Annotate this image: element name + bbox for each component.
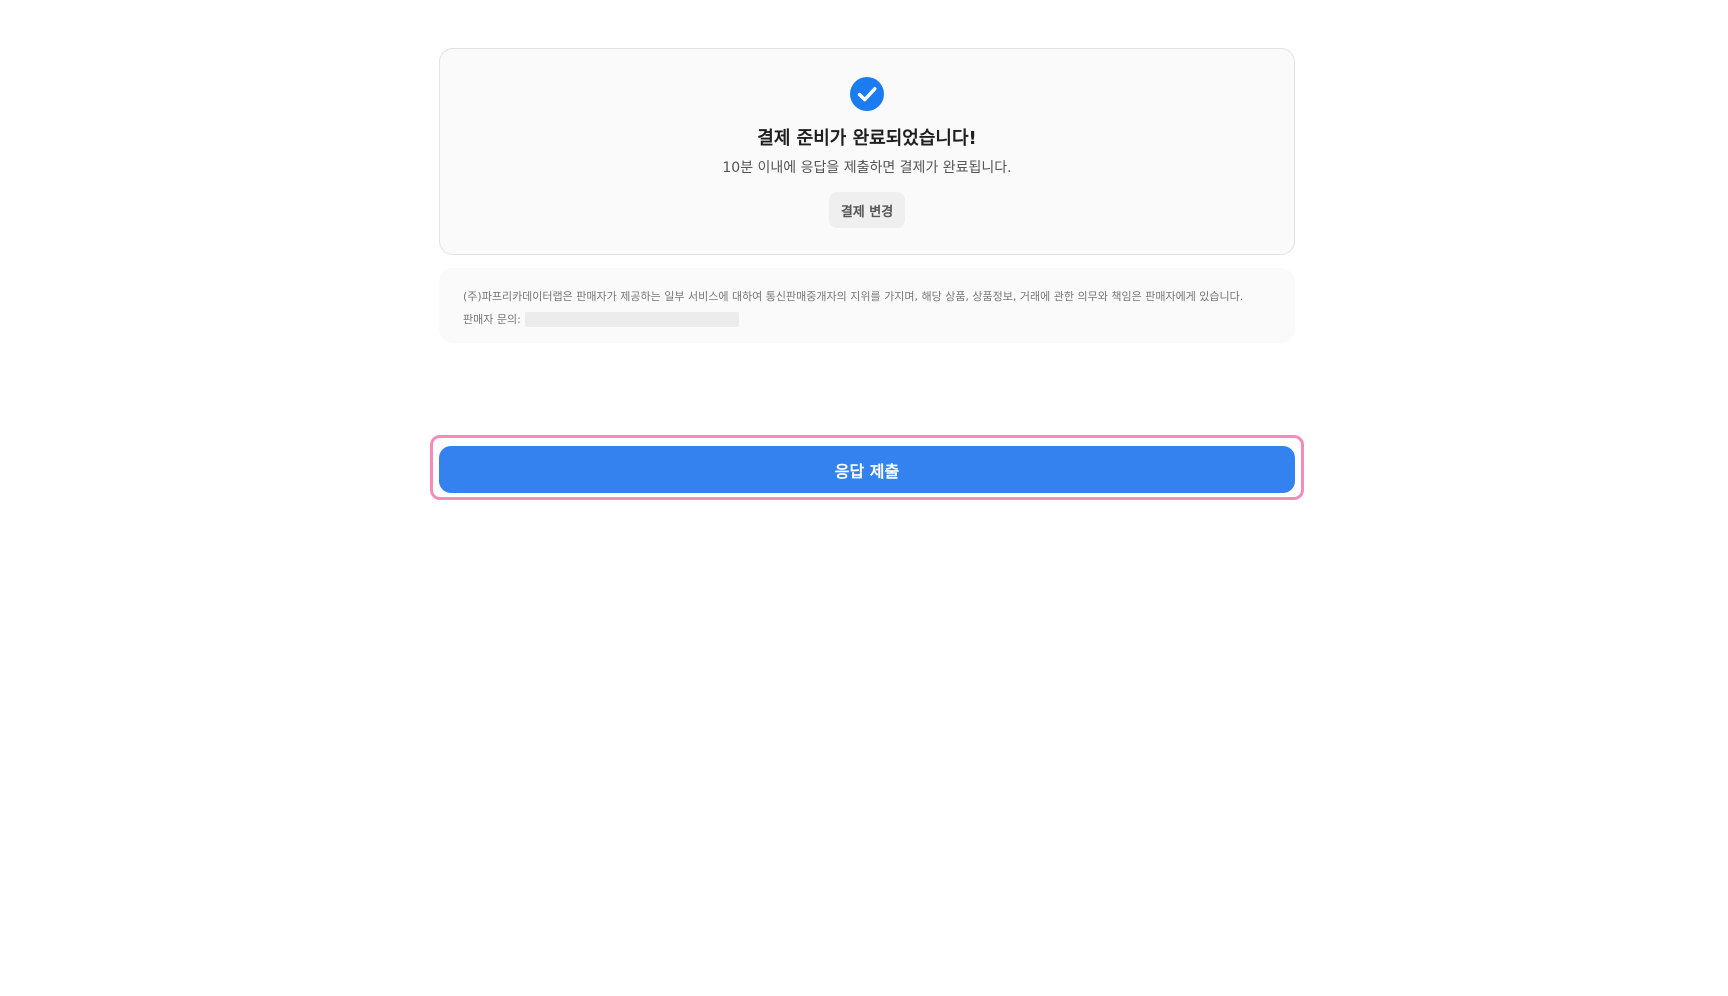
seller-contact-value — [524, 312, 739, 327]
check-circle-icon — [850, 77, 884, 111]
seller-contact-row: 판매자 문의: — [463, 308, 1271, 331]
page: 결제 준비가 완료되었습니다! 10분 이내에 응답을 제출하면 결제가 완료됩… — [0, 0, 1728, 996]
confirmation-title: 결제 준비가 완료되었습니다! — [757, 128, 977, 149]
seller-notice: (주)파프리카데이터랩은 판매자가 제공하는 일부 서비스에 대하여 통신판매중… — [439, 268, 1295, 343]
payment-ready-card: 결제 준비가 완료되었습니다! 10분 이내에 응답을 제출하면 결제가 완료됩… — [439, 48, 1295, 255]
disclaimer-text: (주)파프리카데이터랩은 판매자가 제공하는 일부 서비스에 대하여 통신판매중… — [463, 290, 1244, 303]
change-payment-button[interactable]: 결제 변경 — [829, 192, 905, 228]
seller-contact-label: 판매자 문의: — [463, 313, 521, 326]
confirmation-subtitle: 10분 이내에 응답을 제출하면 결제가 완료됩니다. — [722, 160, 1012, 176]
submit-response-button[interactable]: 응답 제출 — [439, 446, 1295, 493]
